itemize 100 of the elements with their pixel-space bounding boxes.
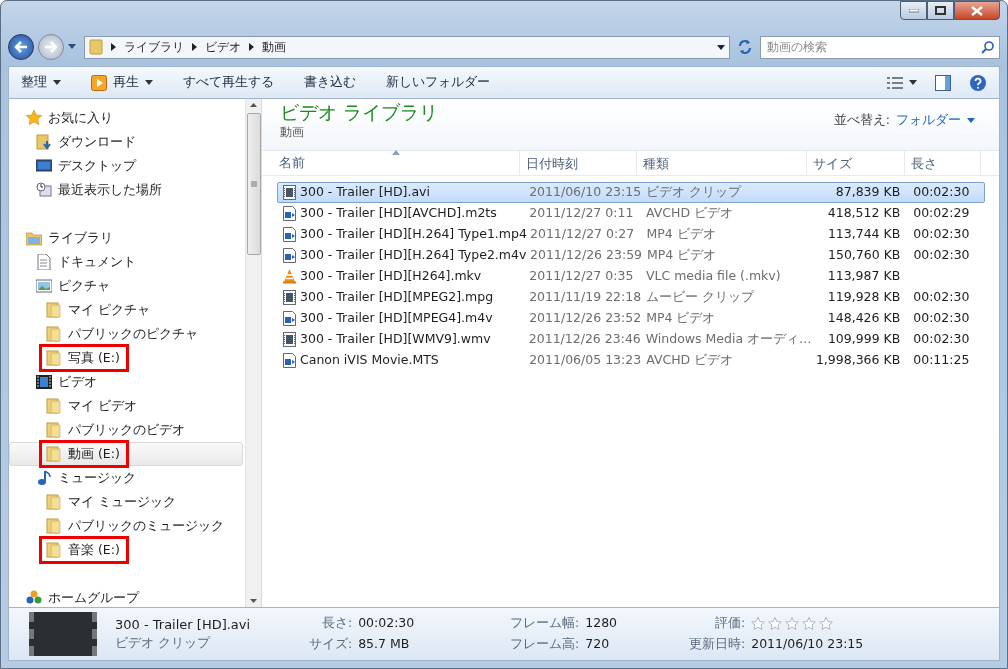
caret-icon (53, 80, 61, 85)
breadcrumb-link[interactable]: ビデオ (205, 38, 241, 56)
table-cell-text: MP4 ビデオ (645, 225, 717, 244)
column-header[interactable]: 名前 (273, 151, 520, 175)
folder-icon (46, 542, 62, 558)
folder-icon (46, 302, 62, 318)
breadcrumb-link[interactable]: ライブラリ (124, 38, 184, 56)
table-cell-text: 2011/12/26 23:59 (529, 246, 642, 265)
address-bar[interactable]: ライブラリ ビデオ 動画 (84, 35, 730, 59)
video-file-icon (283, 332, 296, 347)
file-name: 300 - Trailer [HD][MPEG2].mpg (300, 288, 494, 307)
sidebar-item[interactable]: パブリックのビデオ (9, 418, 243, 442)
sidebar-item[interactable]: 動画 (E:) (9, 442, 243, 466)
column-header[interactable]: 長さ (905, 151, 981, 175)
folder-icon (46, 398, 62, 414)
sidebar-item[interactable]: 写真 (E:) (9, 346, 243, 370)
table-cell-text: 2011/06/05 13:23 (528, 351, 642, 370)
table-cell-text: 2011/12/26 23:46 (527, 330, 641, 349)
media-file-icon (283, 227, 296, 242)
table-cell-text: 119,928 KB (826, 288, 902, 307)
media-file-icon (283, 248, 296, 263)
star-icon (802, 616, 817, 631)
scrollbar[interactable] (245, 99, 261, 607)
file-row[interactable]: 300 - Trailer [HD][H264].mkv 2011/12/27 0:35 VLC media file (.mkv) 113,987 KB (277, 266, 985, 287)
column-header[interactable]: 種類 (637, 151, 807, 175)
minimize-icon (908, 8, 919, 13)
view-options-button[interactable] (887, 76, 917, 89)
film-icon (36, 374, 52, 390)
folder-icon (46, 422, 62, 438)
file-row[interactable]: 300 - Trailer [HD][WMV9].wmv 2011/12/26 23:46 Windows Media オーディ… 109,999 KB 00:02:30 (277, 329, 985, 350)
file-name: 300 - Trailer [HD][H.264] Type1.mp4 (300, 225, 527, 244)
toolbar-button[interactable]: 新しいフォルダー (386, 73, 490, 92)
sidebar-item[interactable]: 音楽 (E:) (9, 538, 243, 562)
sidebar-item[interactable]: マイ ピクチャ (9, 298, 243, 322)
video-thumbnail (29, 612, 97, 656)
arrange-label: 並べ替え: (833, 110, 890, 129)
media-file-icon (283, 206, 296, 221)
rating-label: 評価: (714, 614, 746, 633)
picture-icon (36, 278, 52, 294)
back-button[interactable] (8, 34, 34, 60)
file-row[interactable]: 300 - Trailer [HD][MPEG2].mpg 2011/11/19 22:18 ムービー クリップ 119,928 KB 00:02:30 (277, 287, 985, 308)
sidebar-item[interactable]: マイ ビデオ (9, 394, 243, 418)
grip-icon (250, 181, 257, 187)
sidebar-item[interactable]: ビデオ (9, 370, 243, 394)
sidebar-item[interactable]: パブリックのピクチャ (9, 322, 243, 346)
caret-icon (909, 80, 917, 85)
file-row[interactable]: 300 - Trailer [HD][H.264] Type1.mp4 2011/12/27 0:27 MP4 ビデオ 113,744 KB 00:02:30 (277, 224, 985, 245)
minimize-button[interactable] (900, 1, 927, 20)
search-field[interactable]: 動画の検索 (760, 35, 1000, 59)
desktop-icon (36, 158, 52, 174)
sidebar-item[interactable]: ダウンロード (9, 130, 243, 154)
chevron-icon (249, 43, 254, 51)
file-row[interactable]: 300 - Trailer [HD][AVCHD].m2ts 2011/12/27 0:11 AVCHD ビデオ 418,512 KB 00:02:29 (277, 203, 985, 224)
folder-icon (46, 518, 62, 534)
sidebar-item[interactable]: ドキュメント (9, 250, 243, 274)
star-icon (26, 110, 42, 126)
file-name: 300 - Trailer [HD][WMV9].wmv (300, 330, 491, 349)
file-row[interactable]: Canon iVIS Movie.MTS 2011/06/05 13:23 AVCHD ビデオ 1,998,366 KB 00:11:25 (277, 350, 985, 371)
table-cell-text: 00:02:30 (912, 183, 971, 202)
table-cell-text: 00:02:30 (912, 288, 971, 307)
close-button[interactable] (954, 1, 1000, 20)
preview-pane-icon[interactable] (935, 74, 951, 91)
chevron-icon (192, 43, 197, 51)
maximize-button[interactable] (927, 1, 954, 20)
sidebar-item[interactable]: マイ ミュージック (9, 490, 243, 514)
sidebar-item[interactable]: お気に入り (9, 106, 243, 130)
recent-places-icon (36, 182, 52, 198)
file-row[interactable]: 300 - Trailer [HD][MPEG4].m4v 2011/12/26 23:52 MP4 ビデオ 148,426 KB 00:02:30 (277, 308, 985, 329)
table-cell-text: VLC media file (.mkv) (644, 267, 782, 286)
toolbar-button[interactable]: 整理 (21, 73, 61, 92)
breadcrumb-link[interactable]: 動画 (262, 38, 286, 56)
label-frame: 写真 (E:) (39, 343, 129, 373)
traffic-cone-icon (283, 269, 296, 284)
table-cell-text: 113,744 KB (826, 225, 902, 244)
sidebar-item[interactable]: ホームグループ (9, 586, 243, 610)
sidebar-item[interactable]: デスクトップ (9, 154, 243, 178)
property-label: フレーム幅: (509, 614, 580, 633)
arrange-dropdown[interactable]: フォルダー (896, 110, 975, 130)
sidebar-item[interactable]: ライブラリ (9, 226, 243, 250)
sidebar-item[interactable]: 最近表示した場所 (9, 178, 243, 202)
star-icon (785, 616, 800, 631)
column-header[interactable]: サイズ (807, 151, 905, 175)
dropdown-icon[interactable] (717, 44, 725, 50)
help-icon[interactable] (969, 73, 987, 92)
table-cell-text: 418,512 KB (826, 204, 902, 223)
library-subtitle: 動画 (280, 123, 305, 141)
sidebar-item[interactable]: パブリックのミュージック (9, 514, 243, 538)
table-cell-text: 2011/11/19 22:18 (528, 288, 642, 307)
toolbar-button[interactable]: 再生 (91, 73, 153, 92)
table-cell-text: ムービー クリップ (645, 288, 756, 307)
table-cell-text: 1,998,366 KB (814, 351, 902, 370)
file-row[interactable]: 300 - Trailer [HD].avi 2011/06/10 23:15 ビデオ クリップ 87,839 KB 00:02:30 (277, 182, 985, 203)
star-icon (819, 616, 834, 631)
file-row[interactable]: 300 - Trailer [HD][H.264] Type2.m4v 2011/12/26 23:59 MP4 ビデオ 150,760 KB 00:02:30 (277, 245, 985, 266)
sidebar-item[interactable]: ミュージック (9, 466, 243, 490)
toolbar-button[interactable]: すべて再生する (183, 73, 274, 92)
media-file-icon (283, 311, 296, 326)
toolbar-button[interactable]: 書き込む (304, 73, 356, 92)
sidebar-item[interactable]: ピクチャ (9, 274, 243, 298)
column-header[interactable]: 日付時刻 (520, 151, 637, 175)
